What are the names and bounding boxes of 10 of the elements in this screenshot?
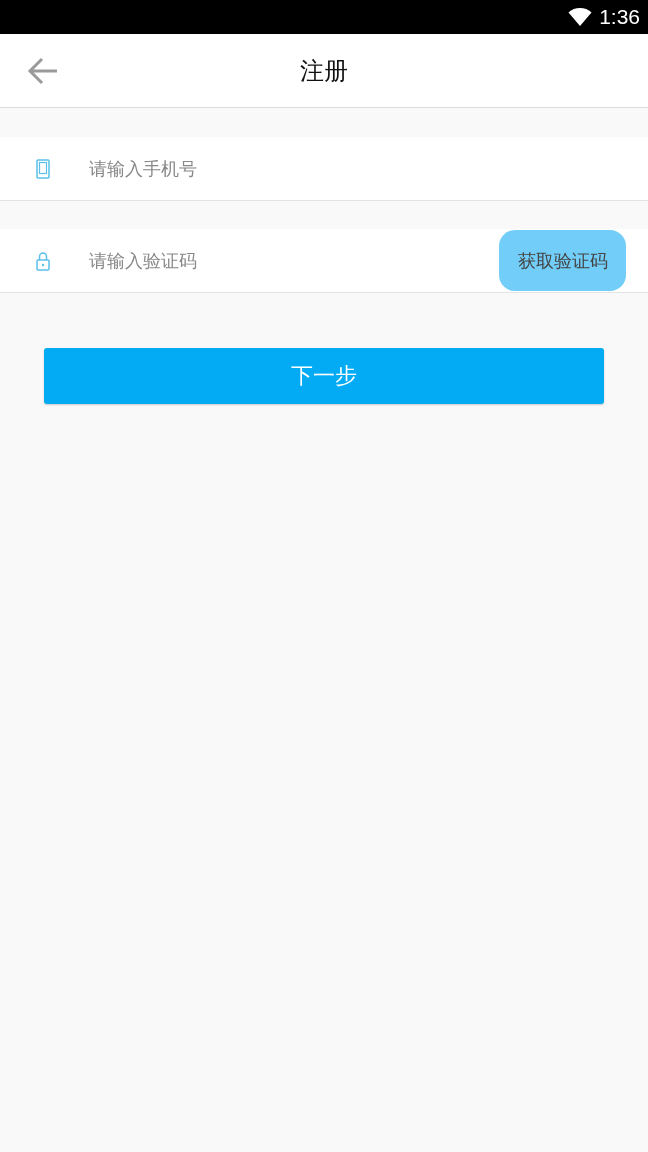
text-field[interactable]: 请输入手机号 (0, 137, 648, 201)
input-field[interactable]: 请输入手机号 (87, 157, 648, 180)
text-field[interactable]: 请输入验证码 获取验证码 (0, 229, 648, 293)
status-time: 1:36 (599, 5, 640, 29)
phone-icon (36, 158, 50, 179)
input-field[interactable]: 请输入验证码 (87, 249, 499, 272)
get-code-button[interactable]: 获取验证码 (499, 230, 626, 291)
lock-icon (36, 250, 50, 271)
page-title: 注册 (300, 55, 348, 87)
wifi-icon (567, 7, 594, 27)
